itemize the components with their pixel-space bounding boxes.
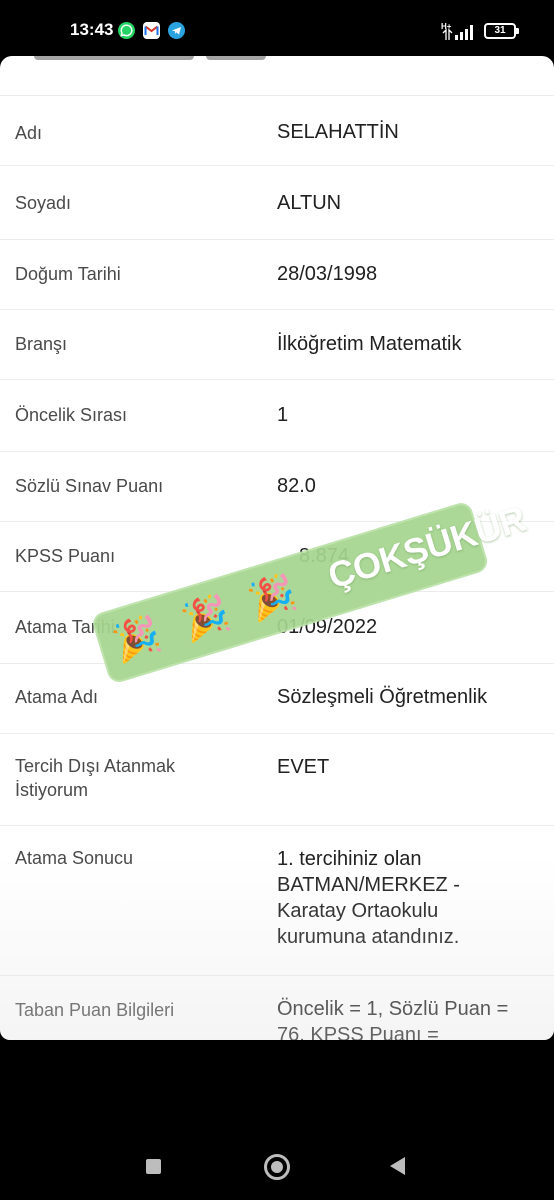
- battery-icon: 31: [484, 23, 519, 39]
- telegram-icon: [168, 22, 185, 39]
- info-row: Branşı İlköğretim Matematik: [0, 310, 554, 380]
- row-label: Soyadı: [15, 193, 72, 213]
- row-label: Tercih Dışı Atanmak İstiyorum: [15, 756, 176, 800]
- row-value: 1. tercihiniz olan BATMAN/MERKEZ - Karat…: [277, 848, 460, 948]
- row-value: EVET: [277, 756, 330, 778]
- row-label: Adı: [15, 123, 43, 143]
- info-row: Adı SELAHATTİN: [0, 96, 554, 166]
- info-row: Soyadı ALTUN: [0, 166, 554, 240]
- row-value: SELAHATTİN: [277, 121, 399, 143]
- back-button[interactable]: [390, 1157, 405, 1175]
- recents-button[interactable]: [146, 1159, 161, 1174]
- gmail-icon: [143, 22, 160, 39]
- info-row: Doğum Tarihi 28/03/1998: [0, 240, 554, 310]
- signal-icon: H+: [441, 22, 473, 40]
- party-popper-icon: 🎉: [107, 612, 166, 667]
- party-popper-icon: 🎉: [176, 591, 235, 646]
- navigation-bar: [0, 1130, 554, 1200]
- row-label: Branşı: [15, 334, 68, 354]
- row-value: 1: [277, 404, 289, 426]
- info-row: Taban Puan Bilgileri Öncelik = 1, Sözlü …: [0, 976, 554, 1040]
- row-value: ALTUN: [277, 192, 342, 214]
- info-row: Tercih Dışı Atanmak İstiyorum EVET: [0, 734, 554, 826]
- row-label: Öncelik Sırası: [15, 405, 128, 425]
- row-label: Atama Adı: [15, 687, 99, 707]
- row-label: Taban Puan Bilgileri: [15, 1000, 175, 1020]
- info-row: Atama Sonucu 1. tercihiniz olan BATMAN/M…: [0, 826, 554, 976]
- row-value: İlköğretim Matematik: [277, 333, 462, 355]
- header-cut-off: [0, 56, 554, 96]
- row-value: 28/03/1998: [277, 263, 378, 285]
- party-popper-icon: 🎉: [243, 570, 302, 625]
- row-label: Atama Sonucu: [15, 848, 134, 868]
- info-row: Atama Adı Sözleşmeli Öğretmenlik: [0, 664, 554, 734]
- row-label: KPSS Puanı: [15, 546, 116, 566]
- row-value: Sözleşmeli Öğretmenlik: [277, 686, 488, 708]
- row-value: Öncelik = 1, Sözlü Puan = 76, KPSS Puanı…: [277, 998, 509, 1040]
- row-label: Doğum Tarihi: [15, 264, 121, 284]
- status-bar: 13:43 H+ 31: [0, 0, 554, 58]
- home-button[interactable]: [264, 1154, 290, 1180]
- info-row: Öncelik Sırası 1: [0, 380, 554, 452]
- row-label: Sözlü Sınav Puanı: [15, 476, 164, 496]
- row-value: 82.0: [277, 475, 316, 497]
- whatsapp-icon: [118, 22, 135, 39]
- status-time: 13:43: [70, 20, 114, 39]
